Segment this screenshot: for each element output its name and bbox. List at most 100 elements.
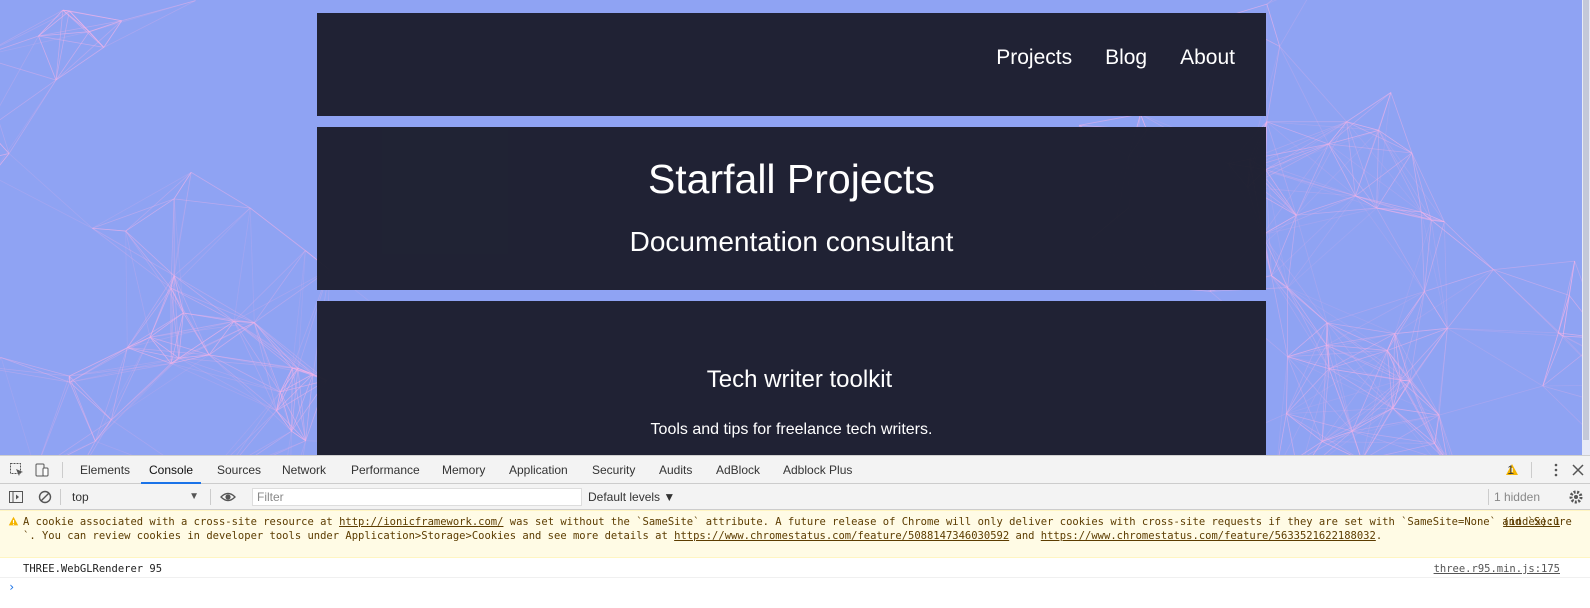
network-line: [173, 207, 251, 276]
eye-icon[interactable]: [220, 489, 236, 505]
network-line: [1369, 414, 1440, 455]
toolbar-separator: [60, 489, 61, 505]
log-source-link[interactable]: three.r95.min.js:175: [1434, 562, 1560, 576]
tab-elements[interactable]: Elements: [72, 456, 138, 484]
network-line: [41, 382, 71, 455]
hero-panel: Starfall Projects Documentation consulta…: [317, 127, 1266, 290]
warning-icon: [8, 516, 19, 526]
tab-adblock[interactable]: AdBlock: [708, 456, 768, 484]
network-line: [239, 410, 277, 455]
tab-audits[interactable]: Audits: [651, 456, 700, 484]
network-line: [190, 172, 251, 209]
page-scrollbar[interactable]: [1582, 0, 1590, 455]
network-line: [1542, 332, 1559, 387]
network-line: [1376, 207, 1445, 223]
network-line: [1378, 130, 1445, 222]
devtools-panel: Elements Console Sources Network Perform…: [0, 455, 1590, 608]
network-line: [1266, 4, 1281, 47]
tab-adblock-plus[interactable]: Adblock Plus: [775, 456, 860, 484]
warning-link-chromestatus-2[interactable]: https://www.chromestatus.com/feature/563…: [1041, 530, 1376, 542]
network-line: [58, 419, 112, 455]
network-line: [92, 227, 175, 276]
log-levels-dropdown[interactable]: Default levels ▼: [588, 490, 675, 504]
tab-network[interactable]: Network: [274, 456, 334, 484]
hidden-messages-count: 1 hidden: [1493, 490, 1540, 504]
network-line: [0, 79, 57, 164]
network-line: [1493, 269, 1564, 337]
network-line: [40, 375, 70, 455]
network-line: [1390, 92, 1413, 154]
network-line: [92, 227, 126, 232]
network-line: [69, 381, 112, 421]
console-warning-message: A cookie associated with a cross-site re…: [0, 510, 1590, 558]
nav-link-projects[interactable]: Projects: [996, 46, 1072, 70]
network-line: [1438, 414, 1451, 455]
network-line: [1287, 322, 1328, 357]
card-title[interactable]: Tech writer toolkit: [325, 366, 1274, 394]
network-line: [127, 312, 184, 349]
network-line: [1287, 287, 1388, 351]
device-toolbar-icon[interactable]: [34, 462, 50, 478]
network-line: [69, 336, 151, 377]
tab-application[interactable]: Application: [501, 456, 576, 484]
network-line: [1394, 333, 1440, 416]
scrollbar-thumb[interactable]: [1583, 0, 1589, 440]
log-text: THREE.WebGLRenderer 95: [23, 563, 163, 575]
network-line: [1346, 121, 1356, 196]
network-line: [173, 172, 192, 276]
network-line: [0, 369, 70, 383]
tab-sources[interactable]: Sources: [209, 456, 269, 484]
context-selector[interactable]: top ▼: [68, 488, 203, 506]
nav-link-blog[interactable]: Blog: [1105, 46, 1147, 70]
network-line: [1444, 221, 1494, 270]
network-line: [1557, 260, 1576, 333]
warning-link-ionic[interactable]: http://ionicframework.com/: [339, 516, 503, 528]
console-filter-input[interactable]: [252, 488, 582, 506]
tab-performance[interactable]: Performance: [343, 456, 428, 484]
site-title: Starfall Projects: [647, 156, 936, 202]
network-line: [1409, 380, 1440, 416]
tab-separator: [1531, 462, 1532, 478]
toolkit-card[interactable]: Tech writer toolkit Tools and tips for f…: [317, 301, 1266, 455]
page-viewport: Projects Blog About Starfall Projects Do…: [0, 0, 1590, 455]
network-line: [1376, 152, 1413, 209]
clear-console-icon[interactable]: [37, 489, 53, 505]
network-line: [95, 440, 133, 455]
network-line: [1392, 333, 1396, 409]
sidebar-toggle-icon[interactable]: [8, 489, 24, 505]
warning-source-link[interactable]: (index):1: [1503, 515, 1560, 529]
console-toolbar: top ▼ Default levels ▼ 1 hidden: [0, 484, 1590, 510]
network-line: [1409, 328, 1448, 382]
network-line: [89, 0, 196, 33]
warning-count[interactable]: 1: [1507, 463, 1514, 477]
inspect-element-icon[interactable]: [9, 462, 25, 478]
warning-link-chromestatus-1[interactable]: https://www.chromestatus.com/feature/508…: [674, 530, 1009, 542]
tab-console[interactable]: Console: [141, 456, 202, 484]
network-line: [1493, 260, 1575, 271]
warning-text-part: .: [1375, 530, 1383, 542]
kebab-menu-icon[interactable]: [1548, 462, 1564, 478]
network-line: [0, 123, 10, 154]
console-log-message: THREE.WebGLRenderer 95 three.r95.min.js:…: [0, 560, 1590, 578]
dropdown-arrow-icon: ▼: [189, 491, 199, 502]
network-line: [125, 172, 192, 232]
network-line: [249, 207, 255, 323]
tab-security[interactable]: Security: [584, 456, 643, 484]
top-nav-bar: Projects Blog About: [317, 13, 1266, 116]
network-line: [0, 368, 70, 377]
context-value: top: [72, 490, 89, 504]
network-line: [1, 357, 70, 377]
nav-link-about[interactable]: About: [1180, 46, 1235, 70]
console-settings-gear-icon[interactable]: [1568, 489, 1584, 505]
network-line: [1562, 261, 1576, 337]
network-line: [1447, 327, 1543, 387]
network-line: [1322, 430, 1353, 442]
network-line: [1262, 207, 1377, 236]
network-line: [1266, 0, 1273, 5]
network-line: [69, 382, 96, 442]
tab-memory[interactable]: Memory: [434, 456, 493, 484]
network-line: [8, 153, 93, 229]
console-prompt[interactable]: ›: [8, 580, 15, 594]
close-icon[interactable]: [1570, 462, 1586, 478]
warning-text: A cookie associated with a cross-site re…: [23, 515, 1573, 543]
